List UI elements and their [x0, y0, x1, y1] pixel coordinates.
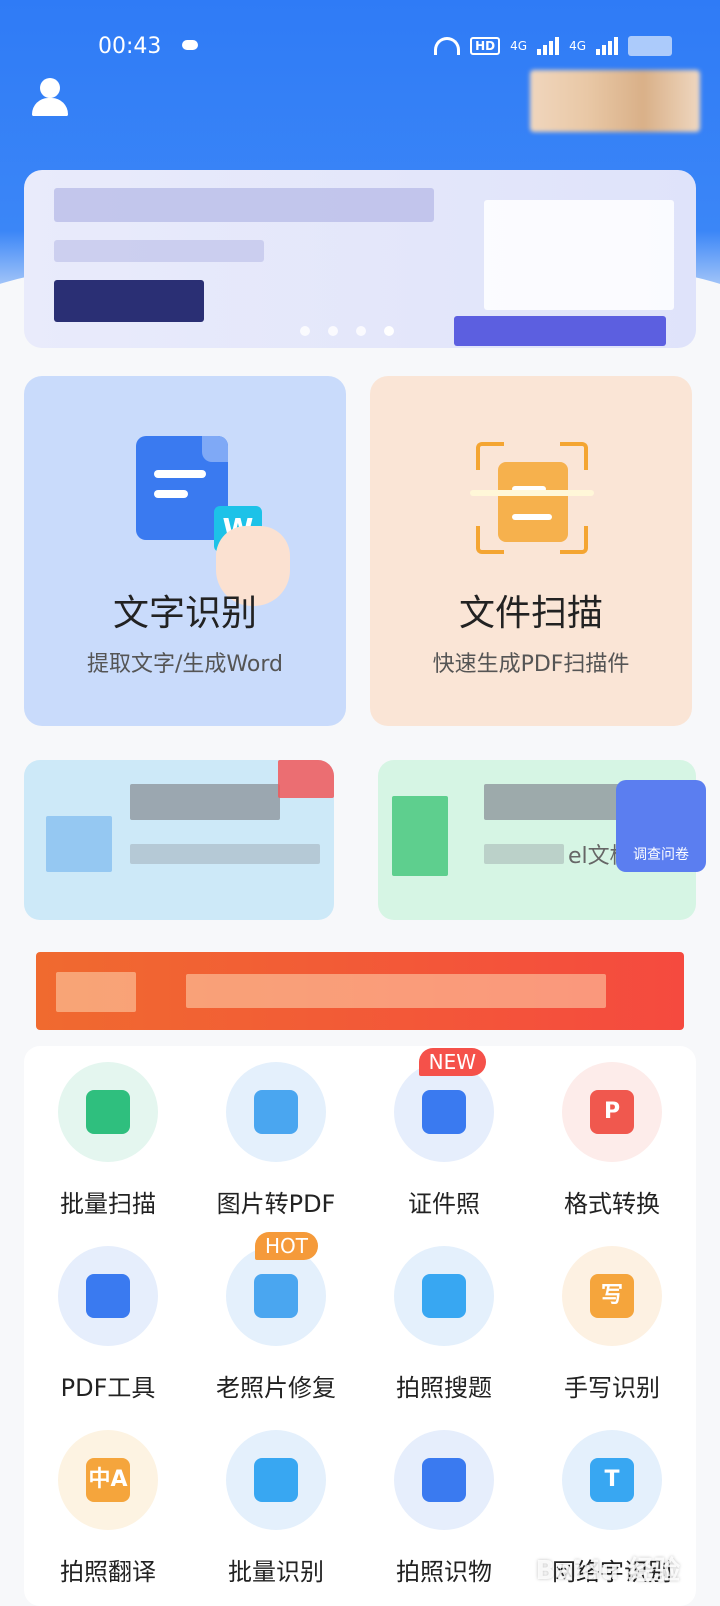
tool-label: 拍照搜题: [396, 1374, 492, 1402]
photo-restore-icon: [254, 1274, 298, 1318]
photo-translate-icon: 中A: [86, 1458, 130, 1502]
status-bar: 00:43 HD 4G 4G: [0, 28, 720, 68]
banner-blur-strip: [454, 316, 666, 346]
object-recognize-icon: [422, 1458, 466, 1502]
tool-icon-circle: 写: [562, 1246, 662, 1346]
survey-floating-button[interactable]: 调查问卷: [616, 780, 706, 872]
format-convert-icon: P: [590, 1090, 634, 1134]
banner-pagination: [300, 326, 394, 336]
tool-icon-circle: NEW: [394, 1048, 494, 1162]
tool-id-photo[interactable]: NEW 证件照: [360, 1048, 528, 1219]
promo-banner[interactable]: [24, 170, 696, 348]
tool-label: 证件照: [408, 1190, 480, 1218]
signal-label-1: 4G: [510, 39, 528, 53]
tool-icon-circle: 中A: [58, 1430, 158, 1530]
wifi-icon: [434, 37, 461, 55]
web-text-icon: T: [590, 1458, 634, 1502]
banner-blur-text: [54, 188, 434, 222]
user-head-shape: [40, 78, 60, 98]
banner-blur-subtext: [54, 240, 264, 262]
camera-search-icon: [422, 1274, 466, 1318]
system-icons: HD 4G 4G: [434, 36, 672, 56]
banner-blur-image: [484, 200, 674, 310]
tool-icon-circle: HOT: [226, 1232, 326, 1346]
tool-camera-search[interactable]: 拍照搜题: [360, 1246, 528, 1403]
text-recognition-card[interactable]: W 文字识别 提取文字/生成Word: [24, 376, 346, 726]
card-title: 文件扫描: [458, 593, 603, 634]
promo-strip-blurred[interactable]: [36, 952, 684, 1030]
handwriting-icon: 写: [590, 1274, 634, 1318]
tool-batch-scan[interactable]: 批量扫描: [24, 1062, 192, 1219]
tool-label: 批量扫描: [60, 1190, 156, 1218]
card-blur-subtitle: [484, 844, 564, 864]
tool-tag-badge: NEW: [418, 1048, 486, 1076]
signal-icon-2: [596, 37, 618, 55]
user-icon[interactable]: [28, 76, 72, 120]
tool-batch-recognize[interactable]: 批量识别: [192, 1430, 360, 1587]
tool-icon-circle: [394, 1246, 494, 1346]
tool-icon-circle: [58, 1062, 158, 1162]
feature-card-blurred-1[interactable]: [24, 760, 334, 920]
pagination-dot-active: [384, 326, 394, 336]
batch-recognize-icon: [254, 1458, 298, 1502]
cloud-icon: [182, 40, 198, 50]
pagination-dot: [300, 326, 310, 336]
tool-object-recognize[interactable]: 拍照识物: [360, 1430, 528, 1587]
tool-icon-circle: [226, 1062, 326, 1162]
image-to-pdf-icon: [254, 1090, 298, 1134]
signal-label-2: 4G: [569, 39, 586, 53]
battery-icon: [628, 36, 672, 56]
tool-label: 拍照识物: [396, 1558, 492, 1586]
tool-label: 老照片修复: [216, 1374, 336, 1402]
pdf-tools-icon: [86, 1274, 130, 1318]
card-blur-title: [484, 784, 624, 820]
user-body-shape: [32, 98, 68, 116]
tool-photo-restore[interactable]: HOT 老照片修复: [192, 1232, 360, 1403]
tool-icon-circle: [58, 1246, 158, 1346]
tool-label: 格式转换: [564, 1190, 660, 1218]
watermark-text: Baidu 经验: [535, 1556, 680, 1586]
tool-pdf-tools[interactable]: PDF工具: [24, 1246, 192, 1403]
card-subtitle: 提取文字/生成Word: [87, 652, 283, 677]
tool-format-convert[interactable]: P 格式转换: [528, 1062, 696, 1219]
tool-tag-badge: HOT: [255, 1232, 318, 1260]
pagination-dot: [328, 326, 338, 336]
tool-photo-translate[interactable]: 中A 拍照翻译: [24, 1430, 192, 1587]
scan-frame-icon: [470, 442, 594, 554]
card-subtitle: 快速生成PDF扫描件: [432, 652, 630, 677]
tool-label: 拍照翻译: [60, 1558, 156, 1586]
tool-label: 批量识别: [228, 1558, 324, 1586]
card-title: 文字识别: [112, 593, 257, 634]
tools-grid: 批量扫描 图片转PDF NEW 证件照 P 格式转换 PDF工具 HOT 老照片修复 拍照搜题 写手…: [24, 1046, 696, 1606]
card-blur-tag: [278, 760, 334, 798]
batch-scan-icon: [86, 1090, 130, 1134]
tool-image-to-pdf[interactable]: 图片转PDF: [192, 1062, 360, 1219]
account-info-blurred[interactable]: [530, 70, 700, 132]
banner-blur-button: [54, 280, 204, 322]
hd-badge: HD: [470, 37, 501, 55]
tool-icon-circle: P: [562, 1062, 662, 1162]
tool-label: PDF工具: [60, 1374, 156, 1402]
card-blur-subtitle: [130, 844, 320, 864]
document-scan-card[interactable]: 文件扫描 快速生成PDF扫描件: [370, 376, 692, 726]
status-time: 00:43: [98, 34, 162, 59]
survey-label: 调查问卷: [633, 847, 689, 863]
tool-icon-circle: [394, 1430, 494, 1530]
card-blur-title: [130, 784, 280, 820]
tool-label: 手写识别: [564, 1374, 660, 1402]
tool-handwriting[interactable]: 写手写识别: [528, 1246, 696, 1403]
pagination-dot: [356, 326, 366, 336]
tool-icon-circle: T: [562, 1430, 662, 1530]
signal-icon: [537, 37, 560, 55]
card-blur-icon: [46, 816, 112, 872]
tool-icon-circle: [226, 1430, 326, 1530]
id-photo-icon: [422, 1090, 466, 1134]
tool-label: 图片转PDF: [216, 1190, 336, 1218]
card-blur-icon: [392, 796, 448, 876]
